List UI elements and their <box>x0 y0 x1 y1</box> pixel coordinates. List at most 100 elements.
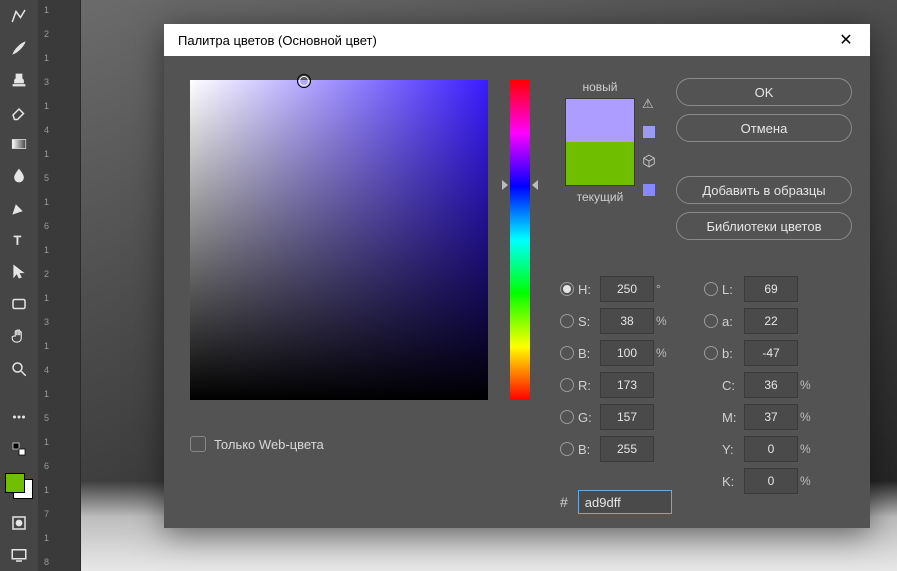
input-k[interactable] <box>744 468 798 494</box>
label-b2: b: <box>722 346 744 361</box>
ruler-label: 1 <box>44 437 49 447</box>
input-b2[interactable] <box>744 340 798 366</box>
new-color-label: новый <box>582 80 617 94</box>
quickmask-icon[interactable] <box>4 509 34 537</box>
ruler-label: 1 <box>44 485 49 495</box>
input-l[interactable] <box>744 276 798 302</box>
unit-y: % <box>800 442 818 456</box>
unit-m: % <box>800 410 818 424</box>
current-color-label: текущий <box>577 190 624 204</box>
ruler-label: 1 <box>44 533 49 543</box>
ruler-label: 4 <box>44 125 49 135</box>
ok-button[interactable]: OK <box>676 78 852 106</box>
type-icon[interactable]: T <box>4 226 34 254</box>
default-colors-icon[interactable] <box>4 435 34 463</box>
ruler-label: 1 <box>44 293 49 303</box>
lasso-poly-icon[interactable] <box>4 2 34 30</box>
unit-k: % <box>800 474 818 488</box>
hex-input[interactable] <box>578 490 672 514</box>
rectangle-icon[interactable] <box>4 290 34 318</box>
input-bc[interactable] <box>600 436 654 462</box>
radio-s[interactable] <box>560 314 574 328</box>
gamut-warning-icon[interactable]: ⚠ <box>642 96 656 110</box>
gamut-swap-swatch[interactable] <box>643 126 655 138</box>
radio-h[interactable] <box>560 282 574 296</box>
label-l: L: <box>722 282 744 297</box>
radio-g[interactable] <box>560 410 574 424</box>
zoom-icon[interactable] <box>4 355 34 383</box>
hue-slider[interactable] <box>510 80 530 400</box>
svg-text:T: T <box>14 234 22 248</box>
color-values-grid: H: ° L: S: % a: B: % b: <box>560 276 840 494</box>
radio-bv[interactable] <box>560 346 574 360</box>
ruler-label: 1 <box>44 5 49 15</box>
pen-icon[interactable] <box>4 194 34 222</box>
label-s: S: <box>578 314 600 329</box>
close-icon[interactable]: ✕ <box>832 26 860 54</box>
new-color-swatch[interactable] <box>566 99 634 142</box>
color-picker-dialog: Палитра цветов (Основной цвет) ✕ новый т… <box>164 24 870 528</box>
ruler-label: 8 <box>44 557 49 567</box>
input-r[interactable] <box>600 372 654 398</box>
dialog-titlebar[interactable]: Палитра цветов (Основной цвет) ✕ <box>164 24 870 56</box>
color-swatches[interactable] <box>3 471 35 501</box>
input-c[interactable] <box>744 372 798 398</box>
ruler-label: 2 <box>44 269 49 279</box>
ruler-label: 5 <box>44 413 49 423</box>
ruler-label: 1 <box>44 101 49 111</box>
screenmode-icon[interactable] <box>4 541 34 569</box>
stamp-icon[interactable] <box>4 66 34 94</box>
cube-icon[interactable] <box>642 154 656 168</box>
unit-h: ° <box>656 282 674 296</box>
foreground-swatch[interactable] <box>5 473 25 493</box>
path-select-icon[interactable] <box>4 258 34 286</box>
brush-icon[interactable] <box>4 34 34 62</box>
saturation-value-field[interactable] <box>190 80 488 400</box>
label-m: M: <box>722 410 744 425</box>
radio-bc[interactable] <box>560 442 574 456</box>
web-colors-label: Только Web-цвета <box>214 437 324 452</box>
ruler-label: 7 <box>44 509 49 519</box>
edit-toolbar-icon[interactable] <box>4 403 34 431</box>
input-h[interactable] <box>600 276 654 302</box>
unit-s: % <box>656 314 674 328</box>
ruler-label: 1 <box>44 341 49 351</box>
radio-b2[interactable] <box>704 346 718 360</box>
input-y[interactable] <box>744 436 798 462</box>
input-a[interactable] <box>744 308 798 334</box>
input-g[interactable] <box>600 404 654 430</box>
hand-icon[interactable] <box>4 322 34 350</box>
preview-warning-icons: ⚠ <box>642 96 656 196</box>
ruler-label: 3 <box>44 317 49 327</box>
sv-marker[interactable] <box>297 74 311 88</box>
ruler-label: 2 <box>44 29 49 39</box>
radio-r[interactable] <box>560 378 574 392</box>
label-c: C: <box>722 378 744 393</box>
hue-indicator-right <box>532 180 538 190</box>
current-color-swatch[interactable] <box>566 142 634 185</box>
websafe-swap-swatch[interactable] <box>643 184 655 196</box>
color-libraries-button[interactable]: Библиотеки цветов <box>676 212 852 240</box>
label-bc: B: <box>578 442 600 457</box>
input-s[interactable] <box>600 308 654 334</box>
ruler-label: 6 <box>44 461 49 471</box>
tools-panel: T <box>0 0 38 571</box>
cancel-button[interactable]: Отмена <box>676 114 852 142</box>
ruler-label: 1 <box>44 149 49 159</box>
input-m[interactable] <box>744 404 798 430</box>
blur-icon[interactable] <box>4 162 34 190</box>
dialog-title: Палитра цветов (Основной цвет) <box>178 33 832 48</box>
unit-c: % <box>800 378 818 392</box>
eraser-icon[interactable] <box>4 98 34 126</box>
ruler-label: 6 <box>44 221 49 231</box>
ruler-label: 5 <box>44 173 49 183</box>
web-colors-checkbox[interactable] <box>190 436 206 452</box>
ruler-label: 4 <box>44 365 49 375</box>
hue-indicator-left <box>502 180 508 190</box>
radio-l[interactable] <box>704 282 718 296</box>
add-swatch-button[interactable]: Добавить в образцы <box>676 176 852 204</box>
label-bv: B: <box>578 346 600 361</box>
radio-a[interactable] <box>704 314 718 328</box>
gradient-icon[interactable] <box>4 130 34 158</box>
input-bv[interactable] <box>600 340 654 366</box>
